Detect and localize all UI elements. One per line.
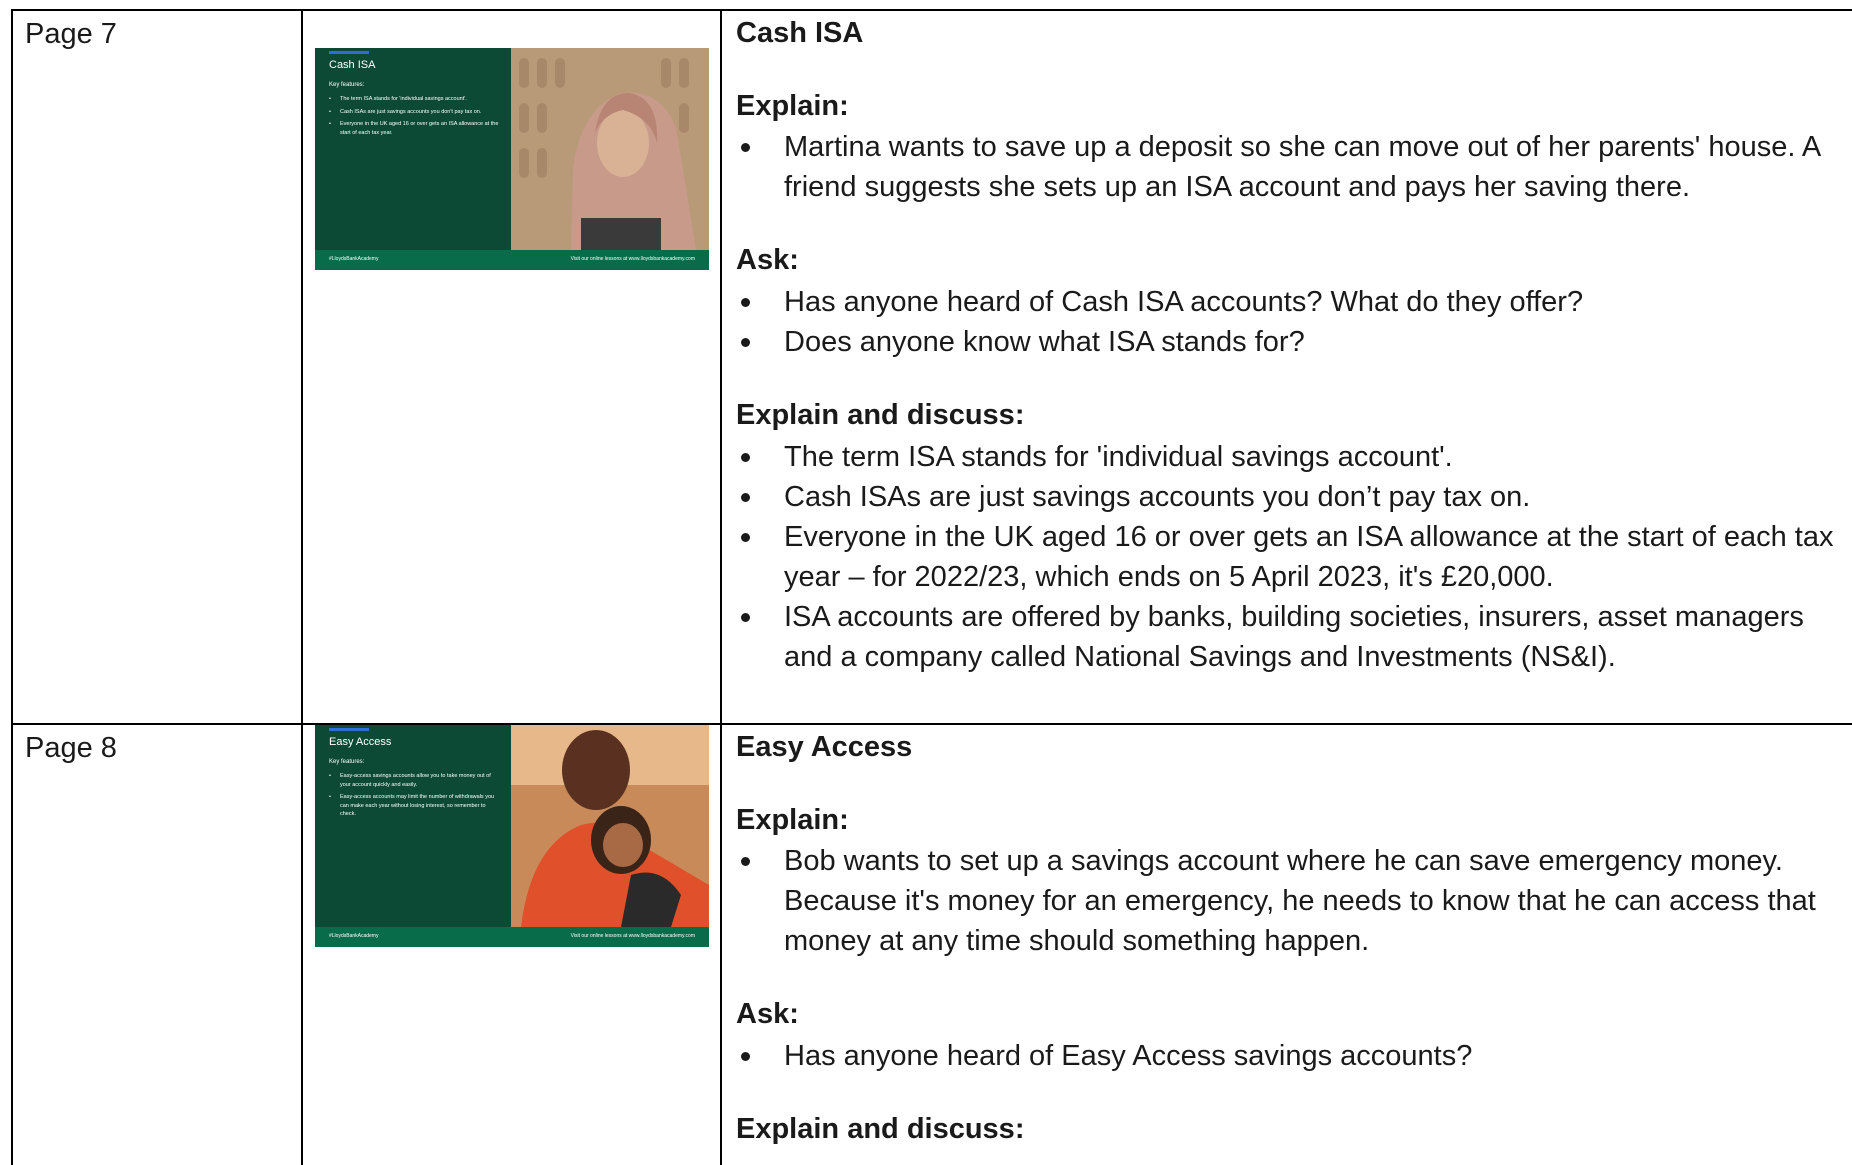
slide-key-features: Key features:: [329, 759, 365, 765]
page-label-cell: Page 8: [11, 723, 303, 1165]
slide-website-note: Visit our online lessons at www.lloydsba…: [570, 256, 695, 262]
table-row: Page 8 Easy Access Key features: Easy-ac…: [11, 723, 1852, 1165]
section-list: The term ISA stands for 'individual savi…: [736, 437, 1842, 677]
slide-hashtag: #LloydsBankAcademy: [329, 933, 379, 939]
notes-title: Easy Access: [736, 731, 913, 763]
slide-bullet: Easy-access savings accounts allow you t…: [329, 772, 499, 789]
notes-title: Cash ISA: [736, 17, 864, 49]
slide-thumbnail-cell: Cash ISA Key features: The term ISA stan…: [301, 9, 722, 725]
slide-bullet: Cash ISAs are just savings accounts you …: [329, 108, 499, 117]
slide-title: Cash ISA: [329, 59, 376, 71]
woman-in-headscarf-photo: [511, 48, 709, 250]
slide-key-features: Key features:: [329, 82, 365, 88]
section-list: Has anyone heard of Easy Access savings …: [736, 1036, 1842, 1076]
slide-bullets: Easy-access savings accounts allow you t…: [329, 772, 499, 823]
logo-strip: [329, 51, 369, 54]
slide-thumbnail-cell: Easy Access Key features: Easy-access sa…: [301, 723, 722, 1165]
section-heading: Ask:: [736, 244, 799, 277]
section-heading: Ask:: [736, 998, 799, 1031]
list-item: Everyone in the UK aged 16 or over gets …: [736, 517, 1842, 597]
list-item: ISA accounts are offered by banks, build…: [736, 597, 1842, 677]
teacher-notes-cell: Cash ISA Explain: Martina wants to save …: [720, 9, 1852, 725]
lesson-plan-table: Page 7 Cash ISA Key features: The term I…: [11, 9, 1852, 1165]
page-label: Page 8: [25, 732, 117, 764]
slide-thumbnail: Cash ISA Key features: The term ISA stan…: [315, 48, 709, 270]
section-list: Has anyone heard of Cash ISA accounts? W…: [736, 282, 1842, 362]
list-item: Bob wants to set up a savings account wh…: [736, 841, 1842, 961]
list-item: The term ISA stands for 'individual savi…: [736, 437, 1842, 477]
list-item: Has anyone heard of Easy Access savings …: [736, 1036, 1842, 1076]
slide-thumbnail: Easy Access Key features: Easy-access sa…: [315, 725, 709, 947]
slide-bullet: Easy-access accounts may limit the numbe…: [329, 793, 499, 819]
slide-footer: #LloydsBankAcademy Visit our online less…: [315, 250, 709, 270]
logo-strip: [329, 728, 369, 731]
section-heading: Explain and discuss:: [736, 399, 1025, 432]
table-row: Page 7 Cash ISA Key features: The term I…: [11, 9, 1852, 725]
list-item: Cash ISAs are just savings accounts you …: [736, 477, 1842, 517]
section-list: Martina wants to save up a deposit so sh…: [736, 127, 1842, 207]
slide-title: Easy Access: [329, 736, 392, 748]
page-label-cell: Page 7: [11, 9, 303, 725]
section-list: Bob wants to set up a savings account wh…: [736, 841, 1842, 961]
slide-footer: #LloydsBankAcademy Visit our online less…: [315, 927, 709, 947]
list-item: Martina wants to save up a deposit so sh…: [736, 127, 1842, 207]
section-heading: Explain:: [736, 803, 849, 836]
slide-website-note: Visit our online lessons at www.lloydsba…: [570, 933, 695, 939]
list-item: Does anyone know what ISA stands for?: [736, 322, 1842, 362]
slide-bullet: Everyone in the UK aged 16 or over gets …: [329, 120, 499, 137]
slide-bullet: The term ISA stands for 'individual savi…: [329, 95, 499, 104]
section-heading: Explain and discuss:: [736, 1113, 1025, 1146]
slide-bullets: The term ISA stands for 'individual savi…: [329, 95, 499, 141]
page-label: Page 7: [25, 18, 117, 50]
slide-hashtag: #LloydsBankAcademy: [329, 256, 379, 262]
list-item: Has anyone heard of Cash ISA accounts? W…: [736, 282, 1842, 322]
teacher-notes-cell: Easy Access Explain: Bob wants to set up…: [720, 723, 1852, 1165]
father-and-child-photo: [511, 725, 709, 927]
section-heading: Explain:: [736, 89, 849, 122]
